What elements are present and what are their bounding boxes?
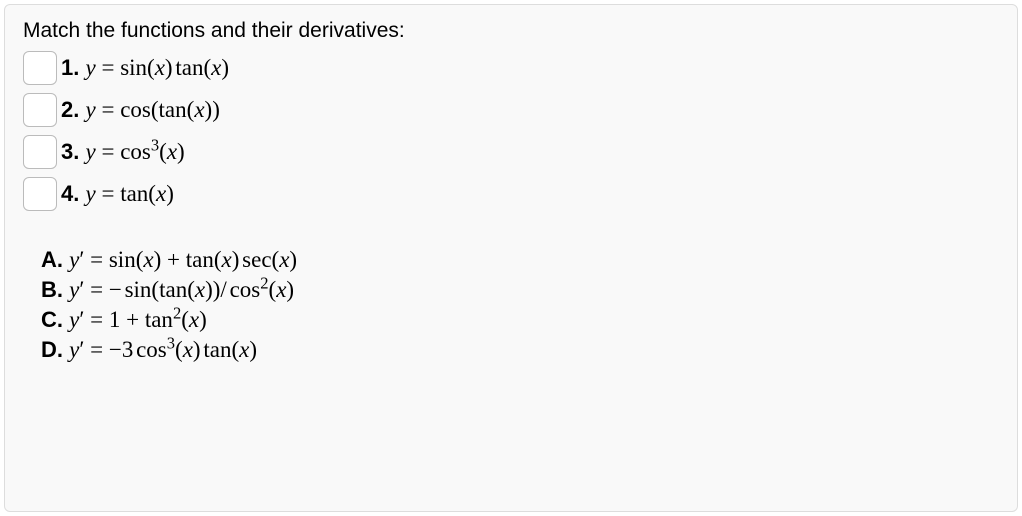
question-box: Match the functions and their derivative… [4, 4, 1018, 512]
match-row: 1. y = sin(x)tan(x) [23, 51, 999, 85]
answer-row: B. y′ = −sin(tan(x))/cos2(x) [41, 277, 999, 303]
answer-row: D. y′ = −3cos3(x)tan(x) [41, 337, 999, 363]
item-number: 3. [61, 139, 79, 165]
item-expression: y = sin(x)tan(x) [85, 55, 229, 81]
item-number: 2. [61, 97, 79, 123]
match-label: 2. y = cos(tan(x)) [61, 97, 220, 123]
answer-label: C. [41, 307, 63, 333]
match-input-3[interactable] [23, 135, 57, 169]
match-label: 3. y = cos3(x) [61, 139, 185, 165]
item-number: 1. [61, 55, 79, 81]
answer-label: D. [41, 337, 63, 363]
question-prompt: Match the functions and their derivative… [23, 19, 999, 43]
answer-label: B. [41, 277, 63, 303]
item-number: 4. [61, 181, 79, 207]
answer-expression: y′ = sin(x) + tan(x)sec(x) [69, 247, 297, 273]
answer-label: A. [41, 247, 63, 273]
answer-list: A. y′ = sin(x) + tan(x)sec(x) B. y′ = −s… [41, 247, 999, 363]
match-input-1[interactable] [23, 51, 57, 85]
match-row: 4. y = tan(x) [23, 177, 999, 211]
answer-expression: y′ = −sin(tan(x))/cos2(x) [69, 277, 294, 303]
match-row: 3. y = cos3(x) [23, 135, 999, 169]
match-input-2[interactable] [23, 93, 57, 127]
match-row: 2. y = cos(tan(x)) [23, 93, 999, 127]
match-label: 1. y = sin(x)tan(x) [61, 55, 229, 81]
answer-row: A. y′ = sin(x) + tan(x)sec(x) [41, 247, 999, 273]
answer-expression: y′ = 1 + tan2(x) [69, 307, 207, 333]
match-input-4[interactable] [23, 177, 57, 211]
answer-row: C. y′ = 1 + tan2(x) [41, 307, 999, 333]
item-expression: y = tan(x) [85, 181, 173, 207]
item-expression: y = cos(tan(x)) [85, 97, 219, 123]
answer-expression: y′ = −3cos3(x)tan(x) [69, 337, 257, 363]
match-label: 4. y = tan(x) [61, 181, 174, 207]
item-expression: y = cos3(x) [85, 139, 184, 165]
match-list: 1. y = sin(x)tan(x) 2. y = cos(tan(x)) 3… [23, 51, 999, 211]
